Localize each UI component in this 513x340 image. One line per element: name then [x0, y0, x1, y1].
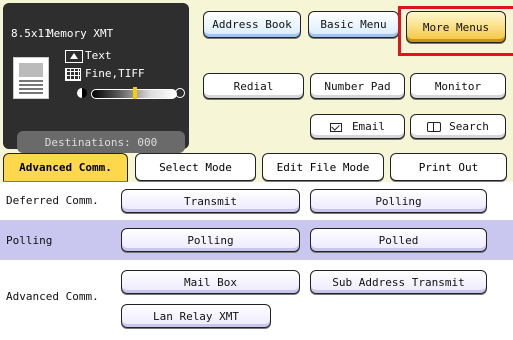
- search-label: Search: [449, 120, 489, 133]
- email-button[interactable]: Email: [310, 114, 405, 139]
- mail-box-button[interactable]: Mail Box: [121, 270, 300, 294]
- fax-screen: 8.5x11 Memory XMT Text Fine,TIFF Destina…: [0, 0, 513, 340]
- resolution-label: Fine,TIFF: [85, 67, 145, 80]
- book-icon: [427, 122, 442, 132]
- search-button[interactable]: Search: [410, 114, 506, 139]
- tab-advanced-comm[interactable]: Advanced Comm.: [3, 153, 128, 181]
- function-rows: Deferred Comm. Transmit Polling Polling …: [0, 182, 513, 340]
- tab-print-out[interactable]: Print Out: [390, 153, 507, 181]
- polled-button[interactable]: Polled: [310, 228, 487, 252]
- tab-select-mode[interactable]: Select Mode: [135, 153, 256, 181]
- polling-button[interactable]: Polling: [121, 228, 300, 252]
- deferred-polling-button[interactable]: Polling: [310, 189, 487, 213]
- sub-address-transmit-button[interactable]: Sub Address Transmit: [310, 270, 487, 294]
- tab-edit-file-mode[interactable]: Edit File Mode: [262, 153, 384, 181]
- original-type: Text: [65, 49, 112, 63]
- row-label-advanced: Advanced Comm.: [6, 290, 99, 303]
- transmission-mode: Memory XMT: [47, 27, 114, 40]
- email-label: Email: [351, 120, 386, 133]
- original-type-label: Text: [85, 49, 112, 62]
- paper-size: 8.5x11: [11, 27, 51, 40]
- lan-relay-xmt-button[interactable]: Lan Relay XMT: [121, 304, 271, 328]
- address-book-button[interactable]: Address Book: [203, 11, 301, 38]
- contrast-end-icon: [175, 88, 185, 98]
- row-deferred-comm: Deferred Comm. Transmit Polling: [0, 182, 513, 220]
- document-icon: [13, 57, 49, 99]
- text-mode-icon: [65, 50, 83, 63]
- number-pad-button[interactable]: Number Pad: [310, 73, 405, 99]
- destinations-button[interactable]: Destinations: 000: [17, 131, 185, 153]
- row-polling: Polling Polling Polled: [0, 220, 513, 260]
- redial-button[interactable]: Redial: [203, 73, 304, 99]
- row-advanced-comm: Advanced Comm. Mail Box Sub Address Tran…: [0, 260, 513, 340]
- row-label-deferred: Deferred Comm.: [6, 194, 99, 207]
- status-panel: 8.5x11 Memory XMT Text Fine,TIFF Destina…: [3, 3, 189, 153]
- row-label-polling: Polling: [6, 234, 53, 247]
- resolution: Fine,TIFF: [65, 67, 145, 81]
- contrast-indicator: [77, 87, 185, 99]
- basic-menu-button[interactable]: Basic Menu: [308, 11, 399, 38]
- contrast-marker: [133, 87, 137, 99]
- resolution-grid-icon: [65, 68, 81, 81]
- highlight-box: [398, 6, 513, 56]
- monitor-button[interactable]: Monitor: [410, 73, 506, 99]
- transmit-button[interactable]: Transmit: [121, 189, 300, 213]
- contrast-light-dark-icon: [77, 88, 87, 98]
- envelope-icon: [329, 122, 342, 132]
